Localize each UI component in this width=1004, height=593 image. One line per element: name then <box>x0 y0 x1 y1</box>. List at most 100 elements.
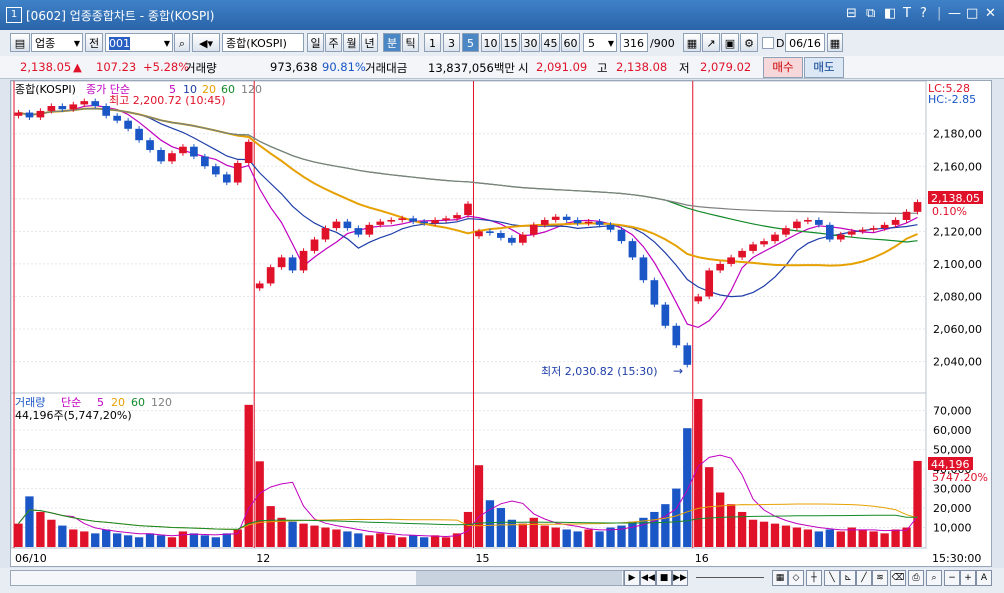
scroll-track[interactable] <box>10 570 624 586</box>
volume-bar <box>299 523 308 547</box>
zoom-in-icon[interactable]: + <box>960 570 976 586</box>
candle-body <box>847 231 856 235</box>
stop-icon[interactable]: ■ <box>656 570 672 586</box>
tab-day[interactable]: 일 <box>307 33 324 52</box>
interval-5[interactable]: 5 <box>462 33 479 52</box>
volume-bar <box>178 531 188 547</box>
volume-bar <box>639 517 648 547</box>
candle-body <box>409 218 418 222</box>
volume-bar <box>398 537 407 547</box>
volume-bar <box>496 508 506 547</box>
trend-icon[interactable]: ╱ <box>856 570 872 586</box>
font-icon[interactable]: T <box>903 6 911 21</box>
volume-bar <box>332 529 341 547</box>
volume-bar <box>102 529 111 547</box>
tab-minute[interactable]: 분 <box>383 33 401 52</box>
interval-60[interactable]: 60 <box>561 33 580 52</box>
candle-body <box>595 221 604 225</box>
change-value: 107.23 <box>96 60 137 74</box>
search-icon[interactable]: ⌕ <box>174 33 190 52</box>
tab-tick[interactable]: 틱 <box>402 33 419 52</box>
crosshair-icon[interactable]: ┼ <box>806 570 822 586</box>
zoom-out-icon[interactable]: − <box>944 570 960 586</box>
tab-year[interactable]: 년 <box>361 33 378 52</box>
help-icon[interactable]: ? <box>920 6 927 21</box>
volume-bar <box>123 535 133 547</box>
fibonacci-icon[interactable]: ≋ <box>872 570 888 586</box>
pin-icon[interactable]: ⊟ <box>846 6 857 21</box>
table-icon[interactable]: ▦ <box>772 570 788 586</box>
interval-3[interactable]: 3 <box>443 33 460 52</box>
vma20-legend: 20 <box>111 396 125 409</box>
candle-body <box>179 146 187 154</box>
prev-button[interactable]: 전 <box>85 33 103 52</box>
volume-tick-label: 50,000 <box>933 444 972 457</box>
trend-tool-icon[interactable]: ↗ <box>702 33 720 52</box>
volume-bar <box>277 517 286 547</box>
interval-45[interactable]: 45 <box>541 33 560 52</box>
calendar-icon[interactable]: ▦ <box>827 33 843 52</box>
tool-icon[interactable]: ⊾ <box>840 570 856 586</box>
price-tick-label: 2,040,00 <box>933 356 982 369</box>
scroll-right-icon[interactable]: ▶ <box>624 570 640 586</box>
titlebar-separator: | <box>937 6 942 21</box>
date-checkbox-label: D <box>776 37 785 50</box>
up-arrow-icon: ▲ <box>73 60 82 74</box>
interval-15[interactable]: 15 <box>501 33 520 52</box>
volume-bar <box>288 521 297 547</box>
minimize-icon[interactable]: — <box>948 6 961 21</box>
candle-body <box>168 153 176 162</box>
volume-tick-label: 10,000 <box>933 522 972 535</box>
change-percent: +5.28% <box>143 60 190 74</box>
eraser-icon[interactable]: ⌫ <box>890 570 906 586</box>
volume-bar <box>200 535 210 547</box>
candle-body <box>869 228 878 230</box>
interval-select[interactable]: 5 ▼ <box>583 33 617 52</box>
indicator-icon[interactable]: ▦ <box>683 33 701 52</box>
sell-button[interactable]: 매도 <box>804 57 844 78</box>
volume-bar <box>409 535 418 547</box>
line-tool-icon[interactable]: ╲ <box>824 570 840 586</box>
tab-month[interactable]: 월 <box>343 33 360 52</box>
tab-week[interactable]: 주 <box>325 33 342 52</box>
price-volume-chart[interactable]: 2,180,002,160,002,140,002,120,002,100,00… <box>11 81 991 566</box>
buy-button[interactable]: 매수 <box>763 57 803 78</box>
jump-start-icon[interactable]: ◀◀ <box>640 570 656 586</box>
volume-tick-label: 60,000 <box>933 424 972 437</box>
candle-body <box>727 257 735 264</box>
date-checkbox[interactable] <box>762 37 774 49</box>
print-icon[interactable]: ⎙ <box>908 570 924 586</box>
sound-icon[interactable]: ◀▾ <box>192 33 220 52</box>
save-icon[interactable]: ▣ <box>721 33 739 52</box>
jump-end-icon[interactable]: ▶▶ <box>672 570 688 586</box>
volume-summary: 44,196주(5,747,20%) <box>15 409 132 422</box>
candle-body <box>36 110 45 118</box>
market-select[interactable]: 업종 ▼ <box>31 33 83 52</box>
code-input[interactable]: 001 ▼ <box>105 33 173 52</box>
price-tick-label: 2,080,00 <box>933 290 982 303</box>
copy-window-icon[interactable]: ⧉ <box>866 6 875 21</box>
screen-menu-icon[interactable]: ▤ <box>10 33 30 52</box>
maximize-icon[interactable]: □ <box>966 6 978 21</box>
interval-10[interactable]: 10 <box>481 33 500 52</box>
volume-bar <box>266 506 275 547</box>
zoom-icon[interactable]: ⌕ <box>926 570 942 586</box>
volume-bar <box>112 533 122 547</box>
high-label: 고 <box>597 61 608 75</box>
amount-value: 13,837,056백만 <box>428 61 516 75</box>
scroll-thumb[interactable] <box>416 571 622 585</box>
shape-icon[interactable]: ◇ <box>788 570 804 586</box>
zoom-slider[interactable] <box>696 577 764 578</box>
date-input[interactable]: 06/16 <box>785 33 825 52</box>
count-input[interactable]: 316 <box>620 33 648 52</box>
gear-icon[interactable]: ⚙ <box>740 33 758 52</box>
interval-30[interactable]: 30 <box>521 33 540 52</box>
font-size-icon[interactable]: A <box>976 570 992 586</box>
layout-icon[interactable]: ◧ <box>884 6 896 21</box>
volume-tick-label: 30,000 <box>933 483 972 496</box>
close-icon[interactable]: ✕ <box>985 6 996 21</box>
low-label: 저 <box>679 61 690 75</box>
volume-bar <box>58 525 67 547</box>
interval-1[interactable]: 1 <box>424 33 441 52</box>
chart-area[interactable]: 2,180,002,160,002,140,002,120,002,100,00… <box>10 80 992 567</box>
